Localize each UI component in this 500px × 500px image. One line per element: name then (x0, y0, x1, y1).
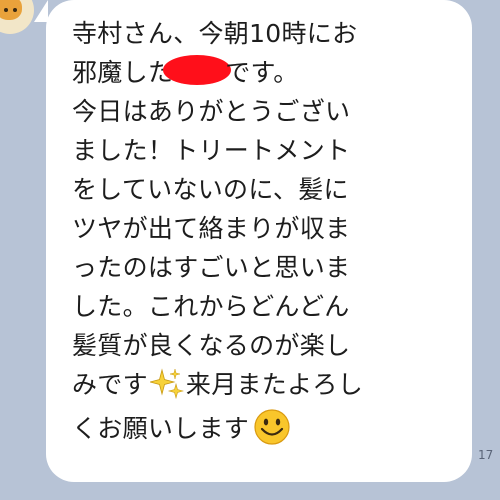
message-line: ったのはすごいと思いま (72, 253, 351, 282)
sender-avatar[interactable] (0, 0, 34, 34)
message-line: くお願いします (72, 408, 462, 448)
message-timestamp: 17 (478, 448, 494, 462)
chat-view: 寺村さん、今朝10時にお 邪魔した です。 今日はありがとうござい ました！トリー… (0, 0, 500, 500)
message-line: ツヤが出て絡まりが収ま (72, 214, 351, 243)
message-bubble[interactable]: 寺村さん、今朝10時にお 邪魔した です。 今日はありがとうござい ました！トリー… (46, 0, 472, 482)
redaction-mark (163, 55, 232, 85)
message-line: ました！トリートメント (72, 136, 351, 165)
sparkles-icon (149, 368, 184, 400)
message-line: 髪質が良くなるのが楽し (72, 331, 351, 360)
message-line: した。これからどんどん (72, 292, 350, 321)
message-line: 寺村さん、今朝10時にお (72, 19, 358, 48)
smiley-face-icon (254, 409, 290, 445)
message-line: みです 来月またよろし (72, 365, 462, 404)
message-line: をしていないのに、髪に (72, 175, 349, 204)
message-line: 今日はありがとうござい (72, 97, 351, 126)
message-line: 邪魔した です。 (72, 53, 462, 92)
bubble-tail (34, 0, 48, 22)
